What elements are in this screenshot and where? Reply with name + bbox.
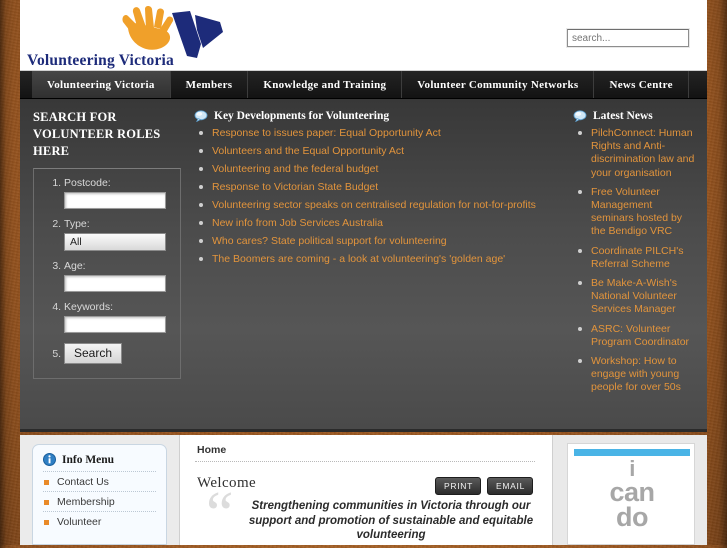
list-item[interactable]: Volunteering sector speaks on centralise…	[194, 199, 560, 211]
list-item[interactable]: New info from Job Services Australia	[194, 217, 560, 229]
info-menu-card: Info Menu Contact Us Membership Voluntee…	[32, 444, 167, 545]
list-item[interactable]: ASRC: Volunteer Program Coordinator	[573, 323, 697, 349]
blue-v-icon	[172, 11, 223, 58]
nav-item-news-centre[interactable]: News Centre	[594, 71, 689, 98]
form-step-keywords: Keywords:	[64, 301, 176, 333]
nav-label: Volunteering Victoria	[47, 78, 155, 91]
nav-filler	[689, 71, 707, 98]
nav-item-volunteer-community-networks[interactable]: Volunteer Community Networks	[402, 71, 595, 98]
nav-item-members[interactable]: Members	[171, 71, 249, 98]
nav-item-volunteering-victoria[interactable]: Volunteering Victoria	[32, 71, 171, 98]
content-actions: PRINT EMAIL	[434, 477, 533, 495]
list-item[interactable]: Contact Us	[43, 471, 156, 491]
email-button[interactable]: EMAIL	[486, 477, 533, 495]
promo-sidebar: i can do	[552, 435, 707, 545]
form-step-submit: Search	[64, 342, 176, 366]
age-input[interactable]	[64, 275, 166, 292]
nav-label: Members	[185, 78, 233, 91]
promo-banner[interactable]: i can do	[567, 443, 695, 545]
form-step-type: Type: All	[64, 218, 176, 251]
list-item[interactable]: The Boomers are coming - a look at volun…	[194, 253, 560, 265]
list-item[interactable]: Membership	[43, 491, 156, 511]
list-item[interactable]: Volunteers and the Equal Opportunity Act	[194, 145, 560, 157]
info-icon	[43, 453, 56, 466]
type-select[interactable]: All	[64, 233, 166, 251]
speech-bubble-icon	[573, 110, 587, 122]
key-developments-header: Key Developments for Volunteering	[194, 110, 560, 122]
quote-mark-icon: “	[206, 480, 234, 548]
key-developments-panel: Key Developments for Volunteering Respon…	[194, 110, 560, 271]
volunteer-search-title: SEARCH FOR VOLUNTEER ROLES HERE	[33, 110, 161, 158]
volunteer-role-search-panel: SEARCH FOR VOLUNTEER ROLES HERE Postcode…	[33, 109, 181, 379]
promo-text: i can do	[568, 458, 694, 532]
site-header: Volunteering Victoria	[20, 0, 707, 71]
promo-line-3: do	[616, 502, 649, 532]
site-container: Volunteering Victoria Volunteering Victo…	[20, 0, 707, 545]
form-step-age: Age:	[64, 260, 176, 292]
breadcrumb[interactable]: Home	[197, 444, 226, 456]
list-item[interactable]: Response to Victorian State Budget	[194, 181, 560, 193]
info-menu-sidebar: Info Menu Contact Us Membership Voluntee…	[20, 435, 180, 545]
print-button[interactable]: PRINT	[434, 477, 481, 495]
latest-news-title: Latest News	[593, 110, 653, 122]
list-item[interactable]: Response to issues paper: Equal Opportun…	[194, 127, 560, 139]
tagline: Strengthening communities in Victoria th…	[248, 500, 534, 541]
nav-label: News Centre	[609, 78, 673, 91]
list-item[interactable]: Free Volunteer Management seminars hoste…	[573, 186, 697, 239]
latest-news-panel: Latest News PilchConnect: Human Rights a…	[573, 110, 697, 401]
feature-region: SEARCH FOR VOLUNTEER ROLES HERE Postcode…	[20, 99, 707, 432]
nav-label: Volunteer Community Networks	[417, 78, 579, 91]
content-region: Info Menu Contact Us Membership Voluntee…	[20, 435, 707, 545]
list-item[interactable]: Workshop: How to engage with young peopl…	[573, 355, 697, 395]
volunteer-search-button[interactable]: Search	[64, 343, 123, 364]
page-root: Volunteering Victoria Volunteering Victo…	[0, 0, 727, 545]
latest-news-list: PilchConnect: Human Rights and Anti-disc…	[573, 127, 697, 395]
postcode-label: Postcode:	[64, 177, 111, 189]
list-item[interactable]: Volunteering and the federal budget	[194, 163, 560, 175]
nav-label: Knowledge and Training	[263, 78, 387, 91]
info-menu-list: Contact Us Membership Volunteer	[43, 471, 156, 531]
list-item[interactable]: Be Make-A-Wish's National Volunteer Serv…	[573, 277, 697, 317]
main-navigation: Volunteering Victoria Members Knowledge …	[20, 71, 707, 99]
latest-news-header: Latest News	[573, 110, 697, 122]
type-label: Type:	[64, 218, 90, 230]
list-item[interactable]: PilchConnect: Human Rights and Anti-disc…	[573, 127, 697, 180]
list-item[interactable]: Volunteer	[43, 511, 156, 531]
age-label: Age:	[64, 260, 86, 272]
keywords-input[interactable]	[64, 316, 166, 333]
key-developments-title: Key Developments for Volunteering	[214, 110, 390, 122]
key-developments-list: Response to issues paper: Equal Opportun…	[194, 127, 560, 265]
volunteer-search-form: Postcode: Type: All Age: Keywords:	[33, 168, 181, 379]
search-input[interactable]	[567, 29, 689, 47]
list-item[interactable]: Who cares? State political support for v…	[194, 235, 560, 247]
list-item[interactable]: Coordinate PILCH's Referral Scheme	[573, 245, 697, 271]
postcode-input[interactable]	[64, 192, 166, 209]
logo-text: Volunteering Victoria	[27, 52, 174, 69]
info-menu-header: Info Menu	[43, 453, 156, 466]
site-logo[interactable]: Volunteering Victoria	[24, 4, 239, 70]
nav-item-knowledge-and-training[interactable]: Knowledge and Training	[248, 71, 403, 98]
promo-accent-bar	[574, 449, 690, 456]
info-menu-title: Info Menu	[62, 453, 115, 466]
breadcrumb-divider	[195, 461, 535, 462]
form-step-postcode: Postcode:	[64, 177, 176, 209]
speech-bubble-icon	[194, 110, 208, 122]
keywords-label: Keywords:	[64, 301, 114, 313]
main-content: Home Welcome PRINT EMAIL “ Strengthening…	[181, 435, 551, 545]
